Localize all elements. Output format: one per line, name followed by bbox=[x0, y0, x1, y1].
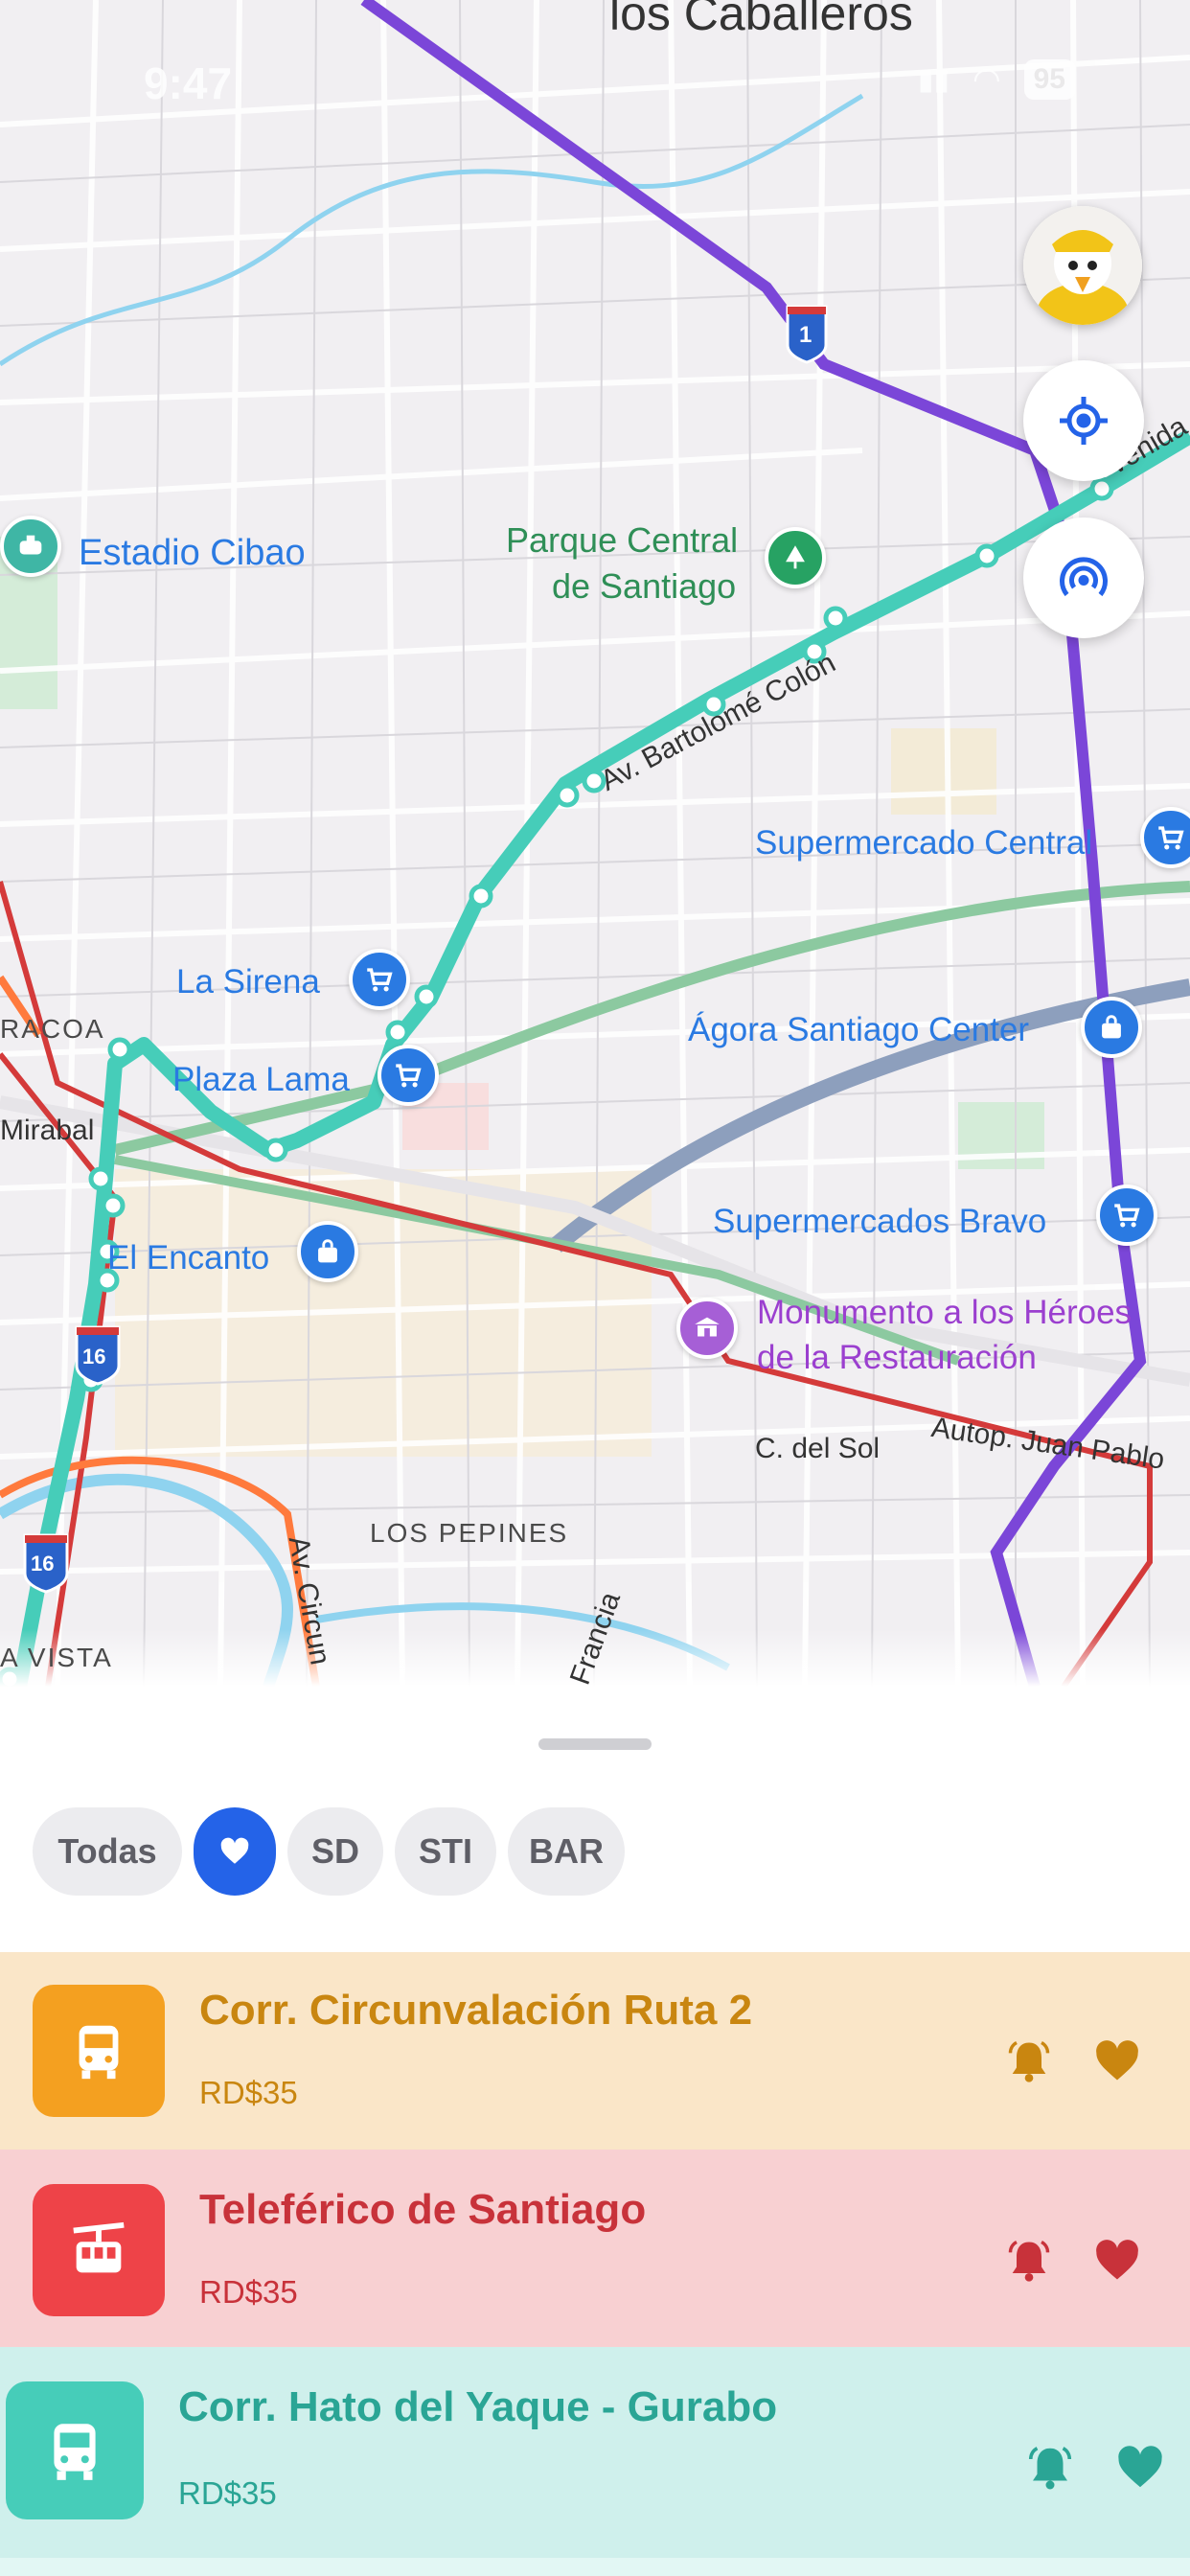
map-label-monumento-1[interactable]: Monumento a los Héroes bbox=[757, 1294, 1132, 1332]
shopping-cart-pin-icon[interactable] bbox=[1096, 1184, 1157, 1246]
battery-indicator: 95 bbox=[1023, 59, 1075, 100]
map-label-estadio[interactable]: Estadio Cibao bbox=[79, 534, 306, 572]
broadcast-icon bbox=[1060, 557, 1108, 597]
map-view[interactable]: 1 16 16 9:47 ▮▮ ◠ 95 los Caballeros Esta… bbox=[0, 0, 1190, 1687]
shopping-bag-pin-icon[interactable] bbox=[297, 1221, 358, 1282]
chip-favorites[interactable] bbox=[194, 1807, 276, 1896]
map-label-sirena[interactable]: La Sirena bbox=[176, 963, 320, 1001]
alarm-bell-button[interactable] bbox=[1021, 2439, 1079, 2496]
route-row[interactable]: Teleférico de Santiago RD$35 bbox=[0, 2150, 1190, 2347]
route-title: Teleférico de Santiago bbox=[199, 2186, 647, 2233]
chip-sd[interactable]: SD bbox=[287, 1807, 383, 1896]
favorite-button[interactable] bbox=[1088, 2033, 1146, 2090]
app-screen: 1 16 16 9:47 ▮▮ ◠ 95 los Caballeros Esta… bbox=[0, 0, 1190, 2576]
map-label-agora[interactable]: Ágora Santiago Center bbox=[688, 1011, 1029, 1049]
map-label-vista: A VISTA bbox=[0, 1643, 113, 1672]
map-label-monumento-2[interactable]: de la Restauración bbox=[757, 1339, 1037, 1377]
heart-icon bbox=[220, 1837, 249, 1864]
route-price: RD$35 bbox=[199, 2274, 298, 2310]
chip-bar[interactable]: BAR bbox=[508, 1807, 625, 1896]
shopping-bag-pin-icon[interactable] bbox=[1081, 997, 1142, 1058]
map-label-encanto[interactable]: El Encanto bbox=[107, 1239, 269, 1277]
chip-sti[interactable]: STI bbox=[395, 1807, 496, 1896]
route-row[interactable]: Corr. Circunvalación Ruta 2 RD$35 bbox=[0, 1952, 1190, 2150]
route-shield-16b-label: 16 bbox=[31, 1552, 55, 1576]
alarm-bell-button[interactable] bbox=[1000, 2232, 1058, 2289]
alarm-bell-button[interactable] bbox=[1000, 2033, 1058, 2090]
favorite-button[interactable] bbox=[1111, 2439, 1169, 2496]
live-tracking-button[interactable] bbox=[1023, 518, 1144, 638]
cable-car-icon bbox=[33, 2184, 165, 2316]
alarm-bell-icon bbox=[1008, 2040, 1050, 2082]
heart-icon bbox=[1096, 2240, 1138, 2280]
route-price: RD$35 bbox=[199, 2075, 298, 2110]
filter-chips: Todas SD STI BAR bbox=[33, 1807, 625, 1896]
route-shield-1-label: 1 bbox=[799, 322, 812, 348]
bus-icon bbox=[6, 2381, 144, 2519]
route-price: RD$35 bbox=[178, 2475, 277, 2511]
map-label-bravo[interactable]: Supermercados Bravo bbox=[713, 1203, 1046, 1241]
sheet-grabber[interactable] bbox=[538, 1738, 652, 1750]
map-label-plaza-lama[interactable]: Plaza Lama bbox=[172, 1061, 350, 1099]
park-pin-icon[interactable] bbox=[765, 527, 826, 588]
bus-icon bbox=[33, 1985, 165, 2117]
wifi-icon: ◠ bbox=[972, 61, 1001, 98]
alarm-bell-icon bbox=[1028, 2447, 1072, 2490]
shopping-cart-pin-icon[interactable] bbox=[349, 949, 410, 1010]
next-route-peek bbox=[0, 2558, 1190, 2576]
map-label-los-pepines: LOS PEPINES bbox=[370, 1518, 569, 1548]
map-label-racoa: RACOA bbox=[0, 1014, 105, 1044]
stadium-pin-icon[interactable] bbox=[0, 516, 61, 577]
map-label-c-del-sol: C. del Sol bbox=[755, 1433, 881, 1464]
map-label-supermercado-central[interactable]: Supermercado Central bbox=[755, 824, 1092, 862]
routes-sheet: Todas SD STI BAR Corr. Circunvalación Ru… bbox=[0, 1687, 1190, 2576]
shopping-cart-pin-icon[interactable] bbox=[378, 1045, 439, 1106]
favorite-button[interactable] bbox=[1088, 2232, 1146, 2289]
status-icons: ▮▮ ◠ 95 bbox=[918, 59, 1075, 100]
alarm-bell-icon bbox=[1008, 2240, 1050, 2282]
route-row[interactable]: Corr. Hato del Yaque - Gurabo RD$35 bbox=[0, 2347, 1190, 2558]
map-label-mirabal: Mirabal bbox=[0, 1115, 95, 1146]
signal-icon: ▮▮ bbox=[917, 63, 950, 96]
route-title: Corr. Hato del Yaque - Gurabo bbox=[178, 2383, 778, 2430]
location-target-icon bbox=[1060, 397, 1108, 445]
route-shield-16a-label: 16 bbox=[82, 1345, 106, 1368]
map-label-parque-2[interactable]: de Santiago bbox=[552, 567, 736, 606]
map-city-label: los Caballeros bbox=[609, 0, 913, 40]
route-title: Corr. Circunvalación Ruta 2 bbox=[199, 1987, 753, 2034]
monument-pin-icon[interactable] bbox=[676, 1298, 738, 1359]
user-avatar[interactable] bbox=[1023, 206, 1142, 325]
locate-me-button[interactable] bbox=[1023, 360, 1144, 481]
status-time: 9:47 bbox=[144, 58, 233, 108]
heart-icon bbox=[1096, 2040, 1138, 2081]
chip-todas[interactable]: Todas bbox=[33, 1807, 182, 1896]
map-label-parque-1[interactable]: Parque Central bbox=[506, 521, 738, 560]
heart-icon bbox=[1118, 2446, 1162, 2488]
